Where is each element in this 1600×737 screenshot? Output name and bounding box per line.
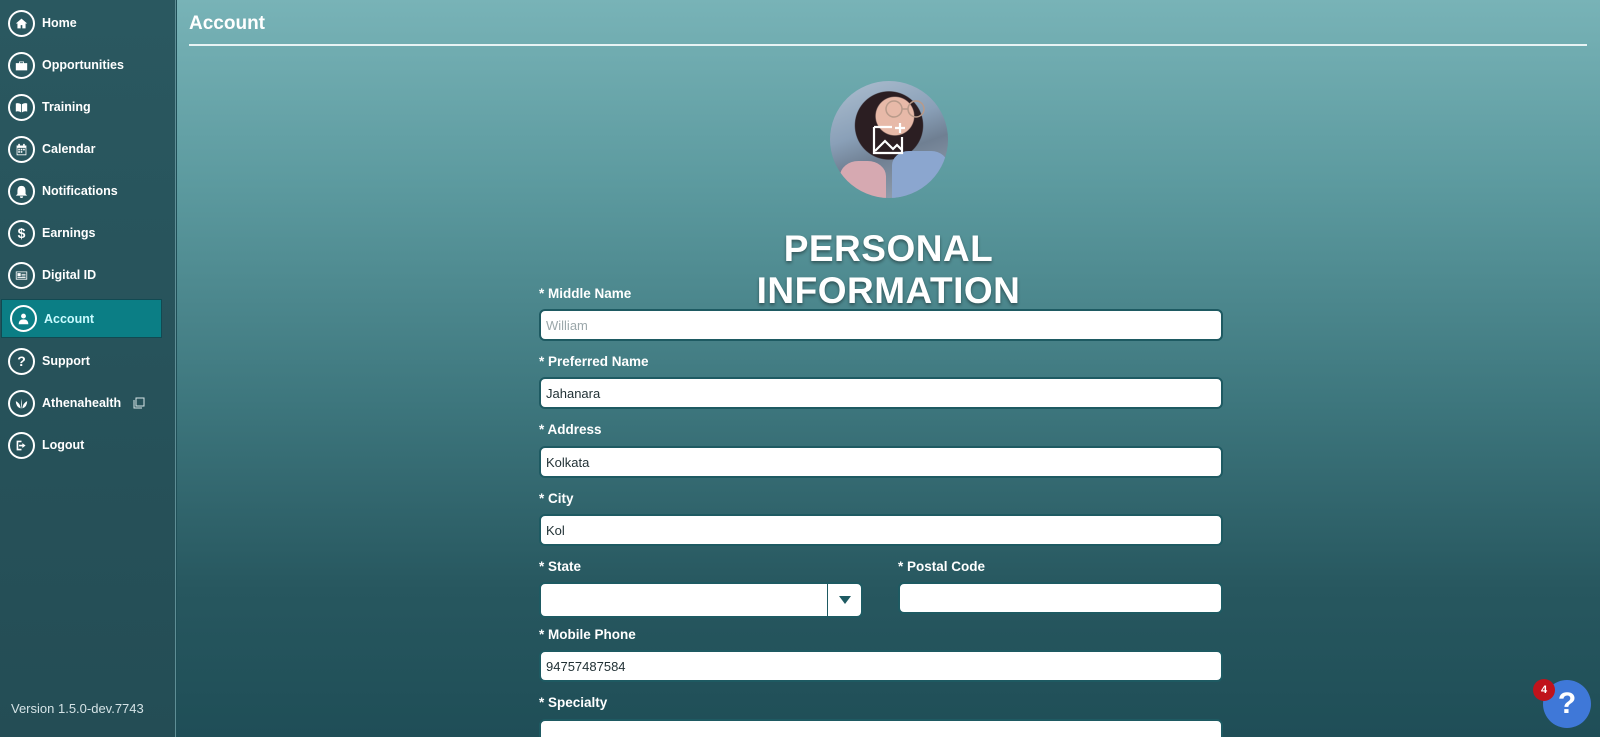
bell-icon [8,177,35,205]
sidebar-item-label: Logout [42,438,85,452]
state-label: * State [539,559,582,574]
middle-name-label: * Middle Name [539,286,632,301]
sidebar-item-label: Account [44,311,94,326]
external-link-icon [133,397,145,409]
main-content: Account PERSONAL INFORMATION * Middle Na… [177,0,1600,737]
book-icon [8,93,35,121]
section-title: PERSONAL INFORMATION [756,228,1021,311]
sidebar-item-calendar[interactable]: Calendar [0,129,176,169]
mobile-phone-label: * Mobile Phone [539,627,636,642]
address-input[interactable] [539,446,1223,478]
postal-code-label: * Postal Code [898,559,986,574]
sidebar-item-opportunities[interactable]: Opportunities [0,45,176,85]
home-icon [8,9,35,37]
mobile-phone-input[interactable] [539,650,1223,682]
preferred-name-label: * Preferred Name [539,354,649,369]
sidebar-item-label: Athenahealth [42,396,122,410]
city-input[interactable] [539,514,1223,546]
sidebar-item-athenahealth[interactable]: Athenahealth [0,383,176,423]
add-image-icon [872,123,905,155]
title-divider [189,44,1587,46]
sidebar-item-support[interactable]: ? Support [0,341,176,381]
sidebar-item-earnings[interactable]: $ Earnings [0,213,176,253]
specialty-select[interactable] [539,719,1223,737]
id-card-icon [8,261,35,289]
sidebar-item-logout[interactable]: Logout [0,425,176,465]
sidebar-item-label: Training [42,100,91,114]
sidebar-item-digital-id[interactable]: Digital ID [0,255,176,295]
sidebar-item-label: Home [42,16,77,30]
sidebar-item-label: Notifications [42,184,118,198]
calendar-icon [8,135,35,163]
question-icon: ? [8,347,35,375]
profile-photo-upload[interactable] [830,81,948,198]
user-icon [10,305,37,332]
city-label: * City [539,491,574,506]
chevron-down-icon[interactable] [827,584,861,616]
leaf-icon [8,389,35,417]
specialty-label: * Specialty [539,695,608,710]
sidebar-item-label: Opportunities [42,58,124,72]
briefcase-icon [8,51,35,79]
state-select[interactable] [539,582,863,618]
sidebar-item-notifications[interactable]: Notifications [0,171,176,211]
sidebar-item-home[interactable]: Home [0,3,176,43]
preferred-name-input[interactable] [539,377,1223,409]
logout-icon [8,431,35,459]
app-version: Version 1.5.0-dev.7743 [11,701,144,716]
address-label: * Address [539,422,602,437]
avatar-photo [885,100,925,118]
middle-name-input[interactable] [539,309,1223,341]
help-notification-badge: 4 [1533,679,1555,701]
sidebar-item-label: Calendar [42,142,96,156]
sidebar-item-account[interactable]: Account [1,299,162,338]
postal-code-input[interactable] [898,582,1223,614]
sidebar-item-label: Support [42,354,90,368]
dollar-icon: $ [8,219,35,247]
sidebar: Home Opportunities Training Calendar Not… [0,0,176,737]
sidebar-item-training[interactable]: Training [0,87,176,127]
sidebar-item-label: Digital ID [42,268,97,282]
page-title: Account [189,13,265,34]
sidebar-item-label: Earnings [42,226,96,240]
